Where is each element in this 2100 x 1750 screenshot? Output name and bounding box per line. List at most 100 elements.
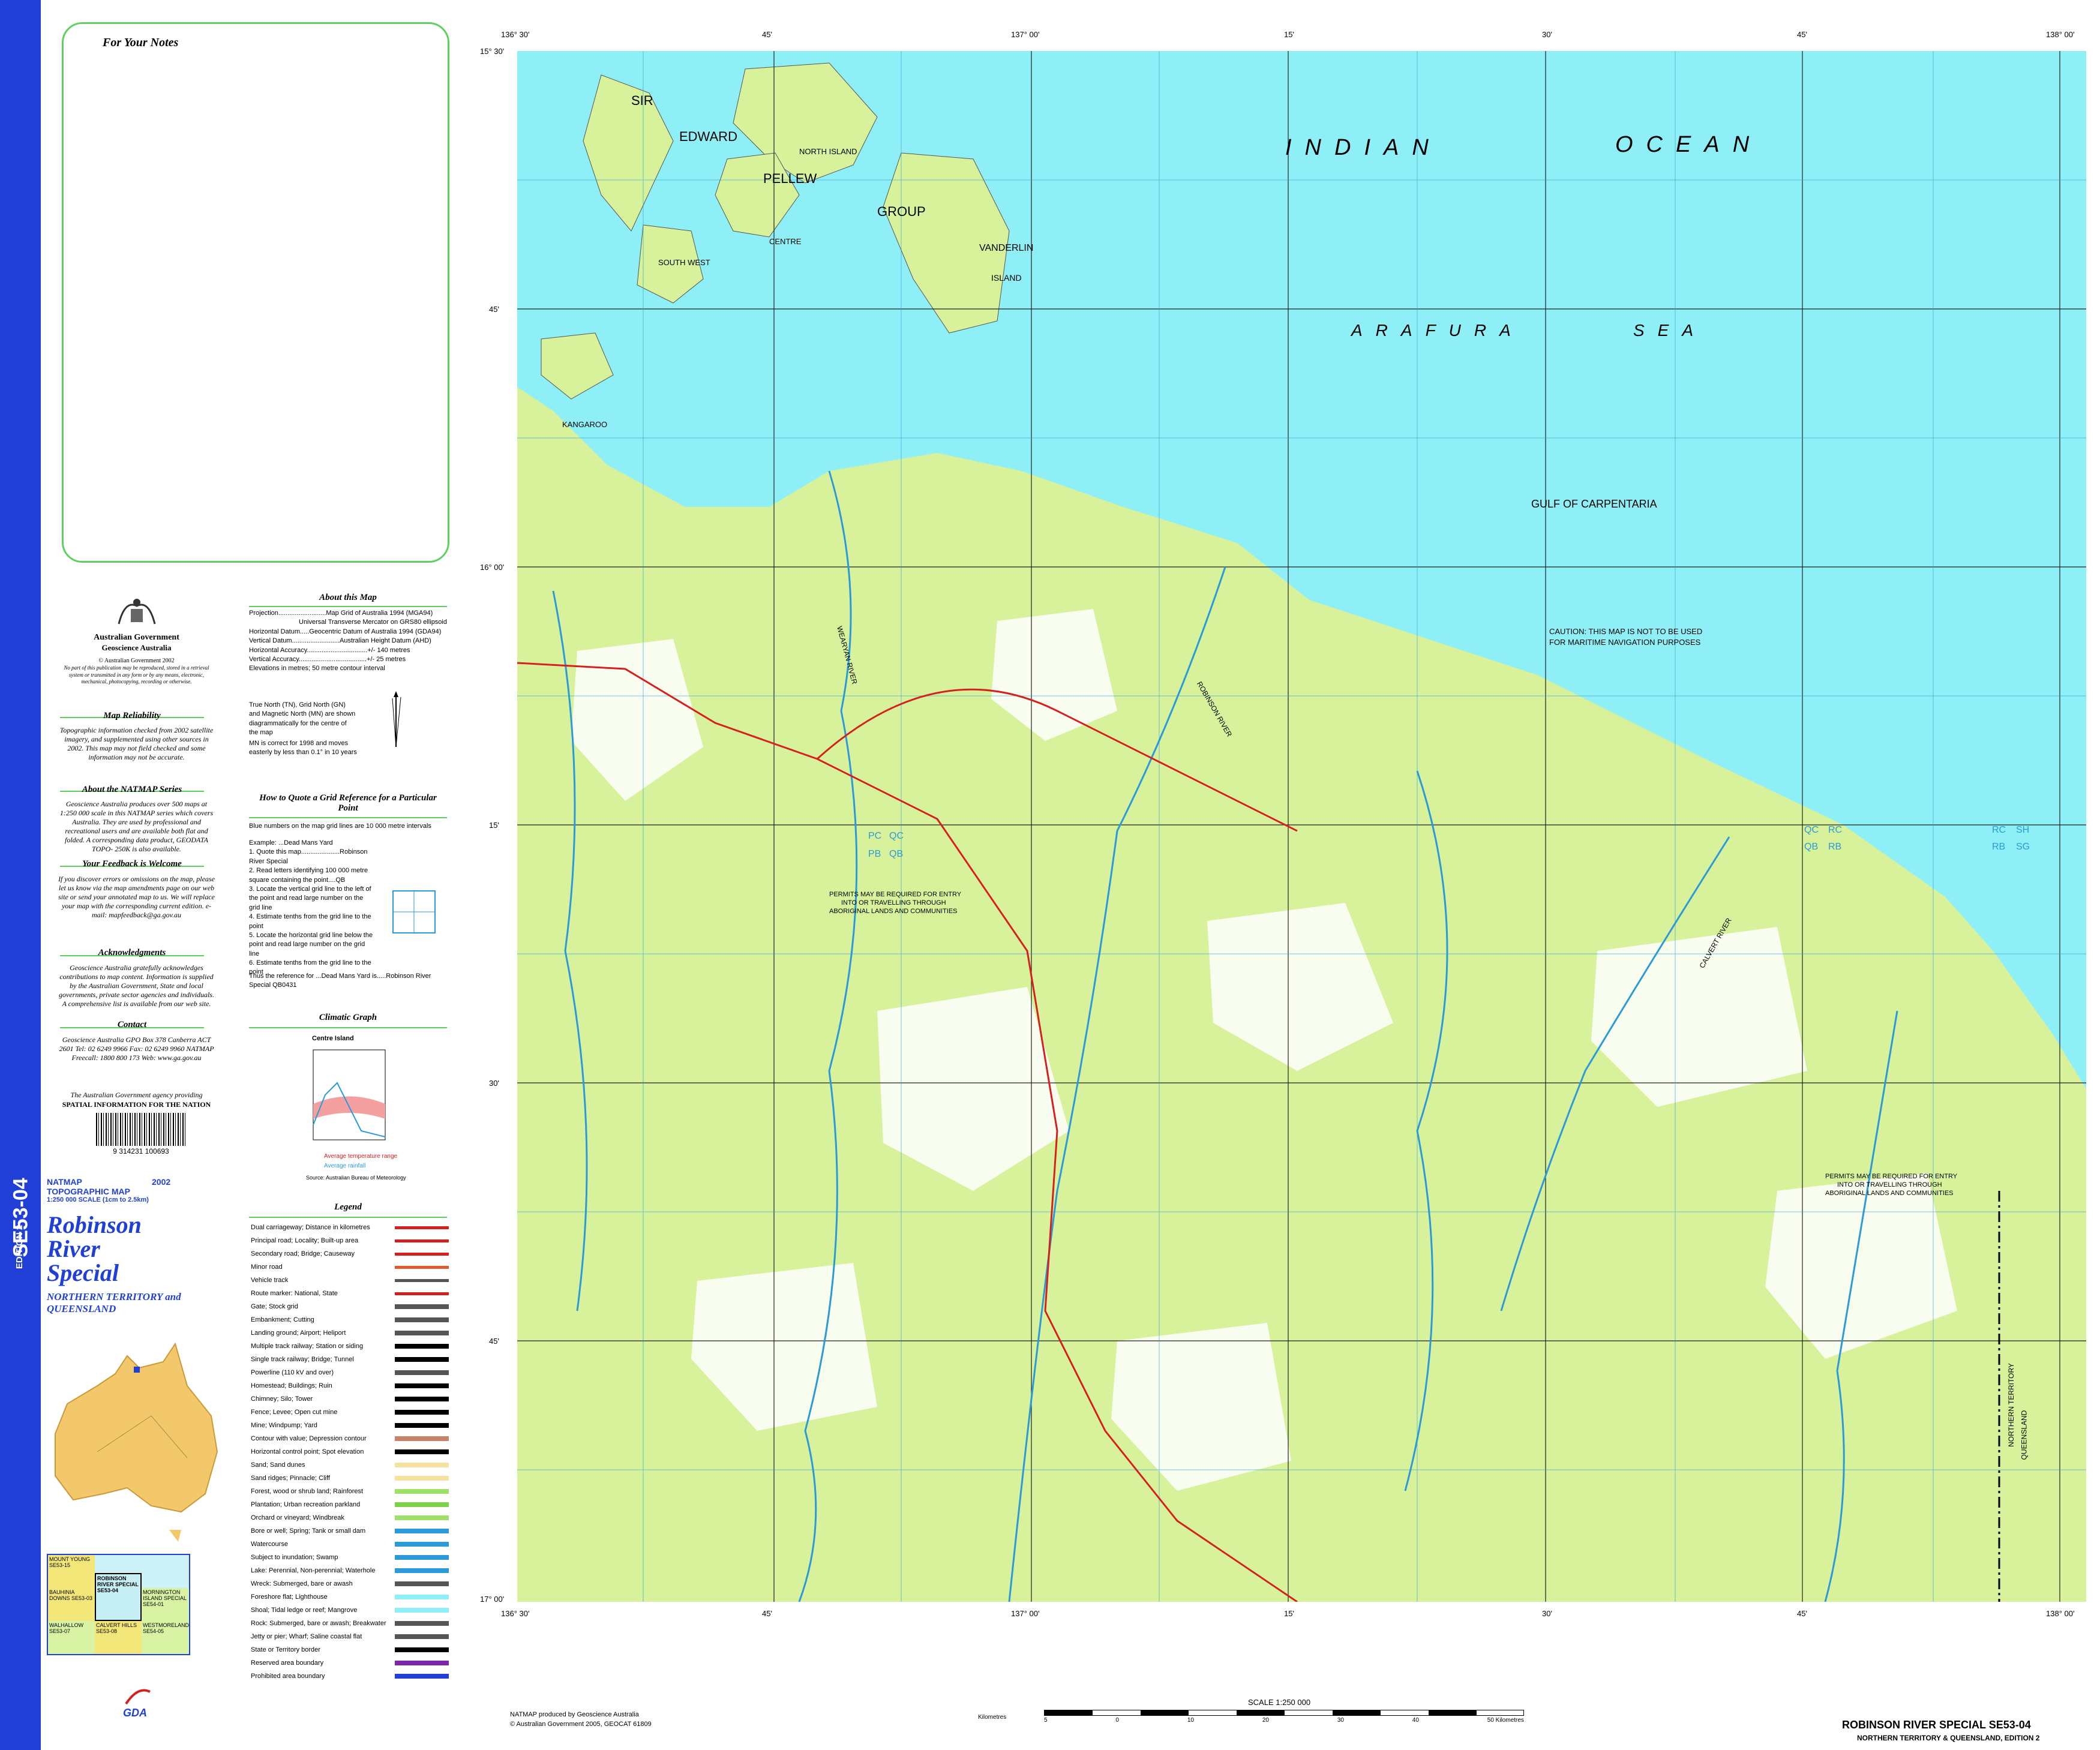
legend-item-label: Prohibited area boundary bbox=[251, 1673, 325, 1680]
label-sea: SEA bbox=[1633, 321, 1707, 340]
legend-item-label: Bore or well; Spring; Tank or small dam bbox=[251, 1527, 366, 1535]
legend-symbol bbox=[395, 1423, 449, 1428]
lon-tick: 30' bbox=[1542, 1609, 1552, 1618]
gov-note: No part of this publication may be repro… bbox=[64, 665, 209, 685]
label-centre: CENTRE bbox=[769, 237, 802, 246]
permit-line3: ABORIGINAL LANDS AND COMMUNITIES bbox=[829, 908, 958, 915]
contact-text: Geoscience Australia GPO Box 378 Canberr… bbox=[59, 1035, 214, 1062]
legend-item-label: Vehicle track bbox=[251, 1277, 289, 1284]
index-cell: WALHALLOW SE53-07 bbox=[48, 1621, 95, 1654]
legend-symbol bbox=[395, 1568, 449, 1573]
about-line: Universal Transverse Mercator on GRS80 e… bbox=[299, 619, 447, 626]
gridref-example: Example: ...Dead Mans Yard bbox=[249, 839, 333, 847]
map-canvas bbox=[517, 51, 2086, 1602]
divider bbox=[249, 606, 447, 607]
permit2-line2: INTO OR TRAVELLING THROUGH bbox=[1837, 1181, 1942, 1188]
scale-bar-graphic bbox=[1044, 1710, 1524, 1716]
label-sir: SIR bbox=[631, 93, 653, 108]
grid-zone-rc2: RC bbox=[1992, 825, 2006, 835]
lat-tick: 45' bbox=[489, 1337, 499, 1346]
legend-symbol bbox=[395, 1304, 449, 1309]
caution-line1: CAUTION: THIS MAP IS NOT TO BE USED bbox=[1549, 627, 1703, 636]
about-line: Projection..........................Map … bbox=[249, 610, 433, 617]
series-label: NATMAP bbox=[47, 1177, 82, 1187]
legend-symbol bbox=[395, 1292, 449, 1295]
feedback-title: Your Feedback is Welcome bbox=[82, 859, 182, 869]
scale-tick: 40 bbox=[1412, 1717, 1419, 1724]
legend-item: Horizontal control point; Spot elevation bbox=[251, 1445, 449, 1458]
barcode-image bbox=[96, 1113, 186, 1146]
lat-tick: 15' bbox=[489, 821, 499, 830]
gda-label: GDA bbox=[123, 1707, 147, 1719]
label-ocean: OCEAN bbox=[1615, 132, 1763, 157]
lon-tick: 45' bbox=[762, 1609, 772, 1618]
legend-item: Foreshore flat; Lighthouse bbox=[251, 1590, 449, 1604]
grid-zone-rb2: RB bbox=[1992, 842, 2006, 852]
gridref-steps: Example: ...Dead Mans Yard 1. Quote this… bbox=[249, 839, 375, 977]
agency-note: The Australian Government agency providi… bbox=[70, 1091, 203, 1099]
legend-item-label: Powerline (110 kV and over) bbox=[251, 1369, 334, 1376]
legend-item: Lake: Perennial, Non-perennial; Waterhol… bbox=[251, 1564, 449, 1577]
footer-sub: NORTHERN TERRITORY & QUEENSLAND, EDITION… bbox=[1857, 1734, 2040, 1742]
legend-item-label: Chimney; Silo; Tower bbox=[251, 1395, 313, 1403]
scale-tick: 0 bbox=[1115, 1717, 1119, 1724]
label-nt: NORTHERN TERRITORY bbox=[2006, 1363, 2015, 1447]
legend-title: Legend bbox=[334, 1202, 362, 1212]
scale-label: SCALE 1:250 000 bbox=[1248, 1698, 1311, 1707]
ack-title: Acknowledgments bbox=[98, 948, 166, 957]
legend-item: Contour with value; Depression contour bbox=[251, 1432, 449, 1445]
about-line: Horizontal Accuracy.....................… bbox=[249, 646, 410, 654]
gridref-intro: Blue numbers on the map grid lines are 1… bbox=[249, 823, 431, 830]
legend-item: Multiple track railway; Station or sidin… bbox=[251, 1340, 449, 1353]
natmap-title: About the NATMAP Series bbox=[82, 785, 182, 794]
legend-symbol bbox=[395, 1344, 449, 1349]
natmap-text: Geoscience Australia produces over 500 m… bbox=[59, 800, 214, 853]
legend-item: Bore or well; Spring; Tank or small dam bbox=[251, 1524, 449, 1538]
legend-symbol bbox=[395, 1489, 449, 1494]
legend-item: Reserved area boundary bbox=[251, 1656, 449, 1670]
lon-tick: 138° 00' bbox=[2046, 1609, 2075, 1618]
grid-zone-qc: QC bbox=[1804, 825, 1819, 835]
scale-tick: 5 bbox=[1044, 1717, 1048, 1724]
ack-text: Geoscience Australia gratefully acknowle… bbox=[59, 963, 214, 1008]
map-title-line3: Special bbox=[47, 1259, 119, 1286]
notes-box: For Your Notes bbox=[62, 22, 449, 563]
lon-tick: 15' bbox=[1284, 30, 1294, 39]
label-north-island: NORTH ISLAND bbox=[799, 147, 857, 156]
legend-symbol bbox=[395, 1476, 449, 1481]
legend-item: Single track railway; Bridge; Tunnel bbox=[251, 1353, 449, 1366]
index-cell: CALVERT HILLS SE53-08 bbox=[95, 1621, 142, 1654]
permit2-line1: PERMITS MAY BE REQUIRED FOR ENTRY bbox=[1825, 1173, 1958, 1180]
label-edward: EDWARD bbox=[679, 129, 737, 144]
legend-item: Principal road; Locality; Built-up area bbox=[251, 1234, 449, 1247]
legend-item-label: Sand ridges; Pinnacle; Cliff bbox=[251, 1475, 330, 1482]
legend-symbol bbox=[395, 1555, 449, 1560]
legend-symbol bbox=[395, 1410, 449, 1415]
topographic-map: INDIAN OCEAN ARAFURA SEA GULF OF CARPENT… bbox=[517, 51, 2086, 1602]
grid-zone-pc: PC bbox=[868, 831, 882, 841]
label-pellew: PELLEW bbox=[763, 171, 817, 186]
legend-item: Plantation; Urban recreation parkland bbox=[251, 1498, 449, 1511]
north-arrow-icon bbox=[392, 691, 401, 748]
legend-item-label: Mine; Windpump; Yard bbox=[251, 1422, 317, 1429]
legend-item: Watercourse bbox=[251, 1538, 449, 1551]
legend-item-label: Orchard or vineyard; Windbreak bbox=[251, 1514, 344, 1521]
legend-item-label: Principal road; Locality; Built-up area bbox=[251, 1237, 359, 1244]
climate-chart bbox=[313, 1049, 386, 1140]
type-label: TOPOGRAPHIC MAP bbox=[47, 1187, 130, 1196]
legend-symbol bbox=[395, 1661, 449, 1665]
legend-item: Rock: Submerged, bare or awash; Breakwat… bbox=[251, 1617, 449, 1630]
title-block: NATMAP 2002 TOPOGRAPHIC MAP 1:250 000 SC… bbox=[47, 1177, 173, 1203]
edition-label: EDITION 2 bbox=[14, 1224, 25, 1269]
year-label: 2002 bbox=[152, 1177, 171, 1187]
legend-symbol bbox=[395, 1383, 449, 1388]
legend-symbol bbox=[395, 1226, 449, 1229]
about-line: Elevations in metres; 50 metre contour i… bbox=[249, 665, 385, 673]
label-south-west: SOUTH WEST bbox=[658, 258, 710, 267]
legend-item-label: Wreck: Submerged, bare or awash bbox=[251, 1580, 353, 1587]
legend-item-label: Gate; Stock grid bbox=[251, 1303, 298, 1310]
clearing bbox=[1111, 1323, 1291, 1491]
credit-line2: © Australian Government 2005, GEOCAT 618… bbox=[510, 1721, 652, 1728]
legend-symbol bbox=[395, 1331, 449, 1335]
lon-tick: 15' bbox=[1284, 1609, 1294, 1618]
